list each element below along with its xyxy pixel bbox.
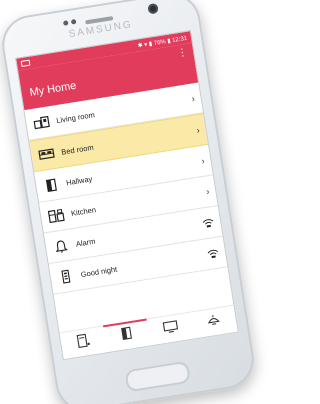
living-room-icon	[32, 114, 52, 131]
page-title: My Home	[28, 79, 78, 99]
stage: SAMSUNG ✱ ▾ ▮ 76% ▮ 12:31 My Home ⋮ Livi…	[0, 0, 279, 404]
wireless-icon	[202, 217, 215, 229]
chevron-right-icon: ›	[200, 155, 206, 166]
kitchen-icon	[46, 207, 66, 224]
chevron-right-icon: ›	[190, 93, 196, 104]
remote-icon	[56, 268, 76, 285]
overflow-menu-button[interactable]: ⋮	[177, 47, 189, 59]
tv-icon	[162, 319, 180, 339]
door-icon	[120, 326, 135, 346]
chevron-right-icon: ›	[195, 124, 201, 136]
wireless-icon	[206, 247, 219, 259]
lamp-icon	[206, 312, 223, 332]
bed-icon	[37, 146, 57, 163]
door-icon	[41, 176, 61, 193]
notification-icon	[20, 59, 31, 67]
phone: SAMSUNG ✱ ▾ ▮ 76% ▮ 12:31 My Home ⋮ Livi…	[0, 0, 259, 404]
chevron-right-icon: ›	[205, 186, 211, 197]
device-icon	[75, 332, 92, 353]
bell-icon	[51, 238, 71, 255]
